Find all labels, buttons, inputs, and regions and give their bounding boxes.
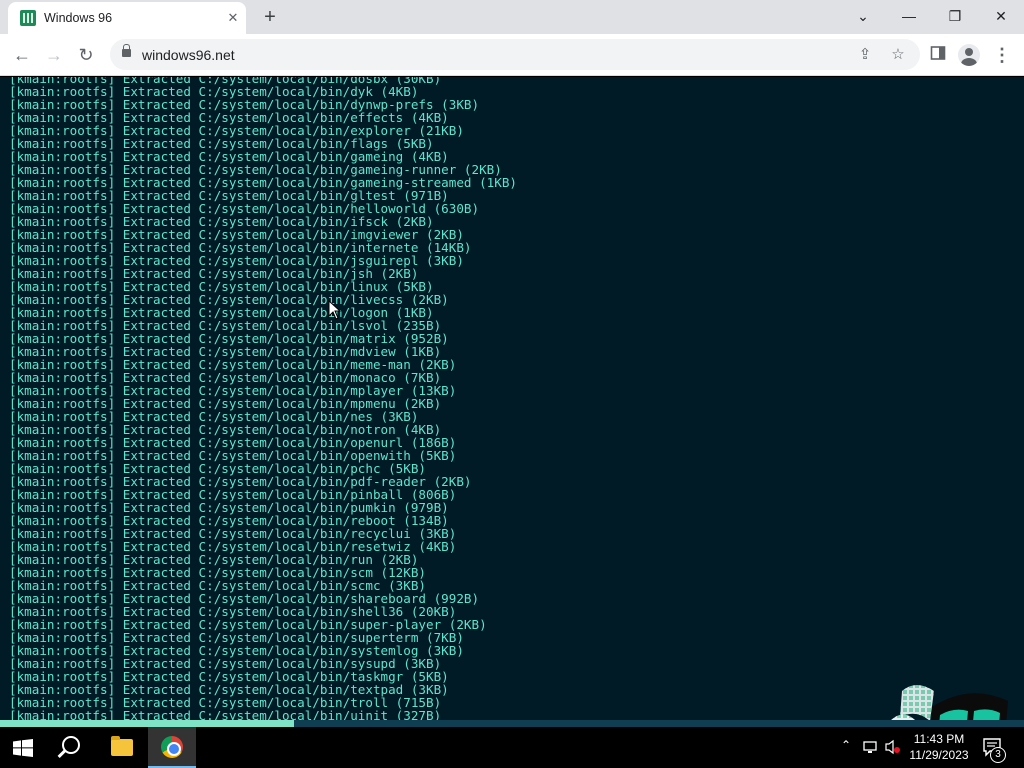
chrome-icon	[161, 736, 183, 758]
more-menu-icon[interactable]: ⋮	[992, 45, 1012, 65]
taskbar-chrome[interactable]	[148, 727, 196, 768]
share-icon[interactable]: ⇪	[854, 44, 876, 66]
taskbar: ⌃ 11:43 PM 11/29/2023 3	[0, 727, 1024, 768]
terminal-output: [kmain:rootfs] Extracted C:/system/local…	[9, 77, 517, 720]
restore-button[interactable]: ❐	[932, 0, 978, 32]
start-button[interactable]	[0, 727, 48, 768]
url-text[interactable]: windows96.net	[142, 47, 235, 63]
boot-terminal: [kmain:rootfs] Extracted C:/system/local…	[0, 77, 1024, 720]
search-icon	[62, 736, 80, 754]
back-button[interactable]: ←	[9, 42, 35, 68]
volume-muted-icon[interactable]	[884, 739, 902, 755]
address-bar[interactable]: windows96.net ⇪ ☆	[110, 39, 920, 70]
new-tab-button[interactable]: +	[258, 5, 282, 29]
terminal-line: [kmain:rootfs] Extracted C:/system/local…	[9, 708, 442, 720]
mouse-cursor-icon	[328, 300, 342, 320]
tab-windows96[interactable]: Windows 96 ✕	[8, 2, 246, 34]
close-window-button[interactable]: ✕	[978, 0, 1024, 32]
folder-icon	[111, 736, 133, 756]
close-tab-icon[interactable]: ✕	[224, 9, 242, 27]
boot-progress-bar	[0, 720, 1024, 727]
profile-avatar-icon[interactable]	[958, 44, 980, 66]
reload-button[interactable]: ↻	[73, 42, 99, 68]
tab-strip: Windows 96 ✕ + ⌄ — ❐ ✕	[0, 0, 1024, 34]
windows-start-icon	[13, 739, 33, 757]
tab-title: Windows 96	[44, 11, 113, 25]
minimize-button[interactable]: —	[886, 0, 932, 32]
windows96-logo-icon	[891, 685, 1008, 720]
windows96-favicon-icon	[20, 10, 36, 26]
system-clock[interactable]: 11:43 PM 11/29/2023	[906, 731, 972, 763]
show-hidden-icons-button[interactable]: ⌃	[838, 738, 854, 754]
bookmark-star-icon[interactable]: ☆	[887, 44, 909, 66]
clock-date: 11/29/2023	[909, 748, 969, 762]
notification-count-badge: 3	[990, 747, 1006, 763]
tab-search-button[interactable]: ⌄	[840, 0, 886, 32]
boot-progress-fill	[0, 720, 294, 727]
lock-icon[interactable]	[122, 44, 131, 57]
forward-button[interactable]: →	[41, 42, 67, 68]
taskbar-file-explorer[interactable]	[98, 727, 146, 768]
network-icon[interactable]	[862, 739, 880, 755]
taskbar-search-button[interactable]	[48, 727, 96, 768]
browser-toolbar: ← → ↻ windows96.net ⇪ ☆ ⋮	[0, 34, 1024, 76]
clock-time: 11:43 PM	[913, 732, 965, 746]
side-panel-icon[interactable]	[928, 45, 948, 65]
